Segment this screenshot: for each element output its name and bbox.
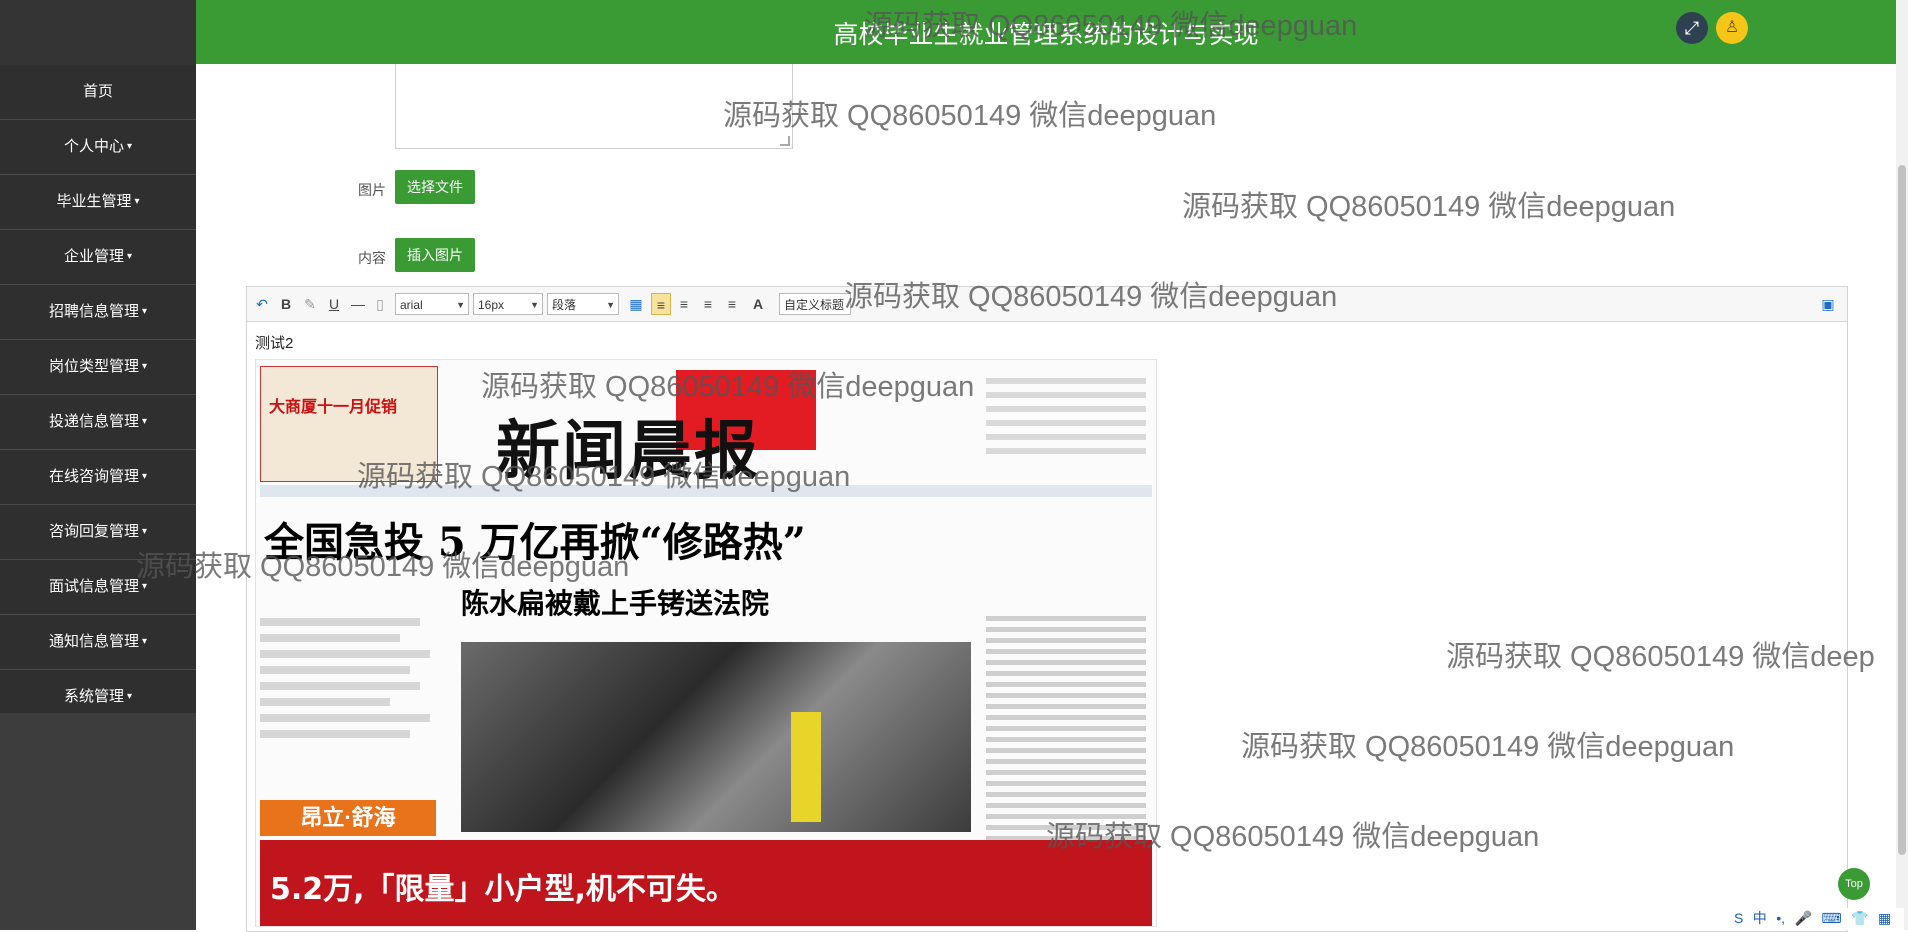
punctuation-icon[interactable]: •, xyxy=(1776,910,1785,926)
font-size-value: 16px xyxy=(478,298,505,312)
chevron-down-icon: ▼ xyxy=(456,300,465,310)
fullscreen-icon[interactable]: ⤢ xyxy=(1676,12,1708,44)
caret-down-icon: ▾ xyxy=(126,251,133,263)
font-family-value: arial xyxy=(400,298,423,312)
font-size-select[interactable]: 16px ▼ xyxy=(473,293,543,315)
main-headline: 全国急投 5 万亿再掀“修路热” xyxy=(264,519,806,566)
sidebar-item-recruitment[interactable]: 招聘信息管理 ▾ xyxy=(0,285,196,340)
input-method-tray: S 中 •, 🎤 ⌨ 👕 ▦ xyxy=(1734,908,1904,930)
news-photo xyxy=(461,642,971,832)
image-label: 图片 xyxy=(358,182,386,198)
caret-down-icon: ▾ xyxy=(141,471,148,483)
paragraph-value: 段落 xyxy=(552,298,577,312)
sidebar-item-label: 投递信息管理 xyxy=(48,413,139,430)
ad-left-title: 大商厦十一月促销 xyxy=(269,399,398,416)
undo-icon[interactable]: ↶ xyxy=(253,293,271,315)
chevron-down-icon: ▼ xyxy=(530,300,539,310)
underline-button[interactable]: U xyxy=(325,293,343,315)
orange-banner: 昂立·舒海 xyxy=(260,800,436,836)
format-painter-icon[interactable]: ✎ xyxy=(301,293,319,315)
sidebar-item-label: 个人中心 xyxy=(63,138,124,155)
top-header: 高校毕业生就业管理系统的设计与实现 ⤢ ♙ xyxy=(196,0,1896,64)
chinese-mode-icon[interactable]: 中 xyxy=(1753,908,1767,928)
sidebar-item-label: 毕业生管理 xyxy=(56,193,132,210)
sidebar: 首页 个人中心 ▾ 毕业生管理 ▾ 企业管理 ▾ 招聘信息管理 ▾ 岗位类型管理 ▾ 投递… xyxy=(0,0,196,930)
align-left-icon[interactable]: ≡ xyxy=(651,293,671,315)
user-icon[interactable]: ♙ xyxy=(1716,12,1748,44)
caret-down-icon: ▾ xyxy=(126,141,133,153)
sidebar-item-label: 面试信息管理 xyxy=(48,578,139,595)
editor-body[interactable]: 测试2 xyxy=(247,322,1847,363)
skin-icon[interactable]: 👕 xyxy=(1851,910,1868,927)
sidebar-logo-area xyxy=(0,0,196,65)
ad-left-image: 大商厦十一月促销 xyxy=(260,366,438,482)
sidebar-item-online-consult[interactable]: 在线咨询管理 ▾ xyxy=(0,450,196,505)
sidebar-item-label: 首页 xyxy=(82,83,113,100)
sidebar-item-label: 在线咨询管理 xyxy=(48,468,139,485)
bold-button[interactable]: B xyxy=(277,293,295,315)
choose-file-button[interactable]: 选择文件 xyxy=(395,170,475,204)
caret-down-icon: ▾ xyxy=(141,361,148,373)
sidebar-item-label: 咨询回复管理 xyxy=(48,523,139,540)
horizontal-rule-icon[interactable]: — xyxy=(349,293,367,315)
page-scrollbar[interactable] xyxy=(1896,0,1908,930)
sidebar-menu: 首页 个人中心 ▾ 毕业生管理 ▾ 企业管理 ▾ 招聘信息管理 ▾ 岗位类型管理 ▾ 投递… xyxy=(0,65,196,725)
sidebar-background xyxy=(0,713,196,930)
sidebar-item-label: 通知信息管理 xyxy=(48,633,139,650)
sidebar-item-label: 招聘信息管理 xyxy=(48,303,139,320)
custom-title-value: 自定义标题 xyxy=(784,298,845,312)
main-content: 图片 选择文件 内容 插入图片 ↶ B ✎ U — ▯ arial ▼ 16px ▼… xyxy=(196,64,1896,932)
sidebar-item-graduates[interactable]: 毕业生管理 ▾ xyxy=(0,175,196,230)
font-color-icon[interactable]: A xyxy=(747,293,769,315)
document-icon[interactable]: ▯ xyxy=(371,293,389,315)
insert-image-button[interactable]: 插入图片 xyxy=(395,238,475,272)
editor-text: 测试2 xyxy=(255,335,294,352)
toolbox-icon[interactable]: ▦ xyxy=(1878,910,1891,927)
source-icon[interactable]: ▣ xyxy=(1819,293,1837,315)
back-to-top-button[interactable]: Top xyxy=(1838,868,1870,900)
microphone-icon[interactable]: 🎤 xyxy=(1795,910,1812,927)
sidebar-item-label: 企业管理 xyxy=(63,248,124,265)
caret-down-icon: ▾ xyxy=(141,416,148,428)
custom-title-select[interactable]: 自定义标题 xyxy=(779,293,851,315)
second-headline: 陈水扁被戴上手铐送法院 xyxy=(461,587,770,620)
sogou-icon[interactable]: S xyxy=(1734,910,1743,926)
caret-down-icon: ▾ xyxy=(141,526,148,538)
app-title: 高校毕业生就业管理系统的设计与实现 xyxy=(833,21,1259,49)
photo-yellow-tie xyxy=(791,712,821,822)
caret-down-icon: ▾ xyxy=(141,581,148,593)
sidebar-item-interviews[interactable]: 面试信息管理 ▾ xyxy=(0,560,196,615)
paragraph-select[interactable]: 段落 ▼ xyxy=(547,293,619,315)
bottom-ad-text: 5.2万,「限量」小户型,机不可失。 xyxy=(270,872,736,907)
content-label: 内容 xyxy=(358,250,386,266)
sidebar-item-enterprises[interactable]: 企业管理 ▾ xyxy=(0,230,196,285)
caret-down-icon: ▾ xyxy=(141,636,148,648)
sidebar-item-applications[interactable]: 投递信息管理 ▾ xyxy=(0,395,196,450)
align-center-icon[interactable]: ≡ xyxy=(675,293,693,315)
sidebar-item-position-types[interactable]: 岗位类型管理 ▾ xyxy=(0,340,196,395)
caret-down-icon: ▾ xyxy=(141,306,148,318)
table-icon[interactable]: ▦ xyxy=(627,293,645,315)
keyboard-icon[interactable]: ⌨ xyxy=(1821,910,1841,927)
index-band xyxy=(260,485,1152,497)
editor-toolbar: ↶ B ✎ U — ▯ arial ▼ 16px ▼ 段落 ▼ ▦ ≡ ≡ ≡ ≡ A… xyxy=(247,287,1847,322)
sidebar-item-label: 系统管理 xyxy=(63,688,124,705)
masthead-info xyxy=(986,378,1146,478)
newspaper-image: 大商厦十一月促销 新闻晨报 全国急投 5 万亿再掀“修路热” 陈水扁被戴上手铐送… xyxy=(255,359,1157,927)
sidebar-item-label: 岗位类型管理 xyxy=(48,358,139,375)
font-family-select[interactable]: arial ▼ xyxy=(395,293,469,315)
align-right-icon[interactable]: ≡ xyxy=(699,293,717,315)
sidebar-item-personal-center[interactable]: 个人中心 ▾ xyxy=(0,120,196,175)
sidebar-item-home[interactable]: 首页 xyxy=(0,65,196,120)
caret-down-icon: ▾ xyxy=(134,196,140,208)
masthead: 新闻晨报 xyxy=(496,414,760,489)
scrollbar-thumb[interactable] xyxy=(1898,165,1906,855)
justify-icon[interactable]: ≡ xyxy=(723,293,741,315)
rich-text-editor[interactable]: ↶ B ✎ U — ▯ arial ▼ 16px ▼ 段落 ▼ ▦ ≡ ≡ ≡ ≡ A… xyxy=(246,286,1848,932)
textarea-field[interactable] xyxy=(395,64,793,149)
chevron-down-icon: ▼ xyxy=(606,300,615,310)
resize-handle-icon[interactable] xyxy=(780,136,790,146)
sidebar-item-consult-replies[interactable]: 咨询回复管理 ▾ xyxy=(0,505,196,560)
sidebar-item-notifications[interactable]: 通知信息管理 ▾ xyxy=(0,615,196,670)
